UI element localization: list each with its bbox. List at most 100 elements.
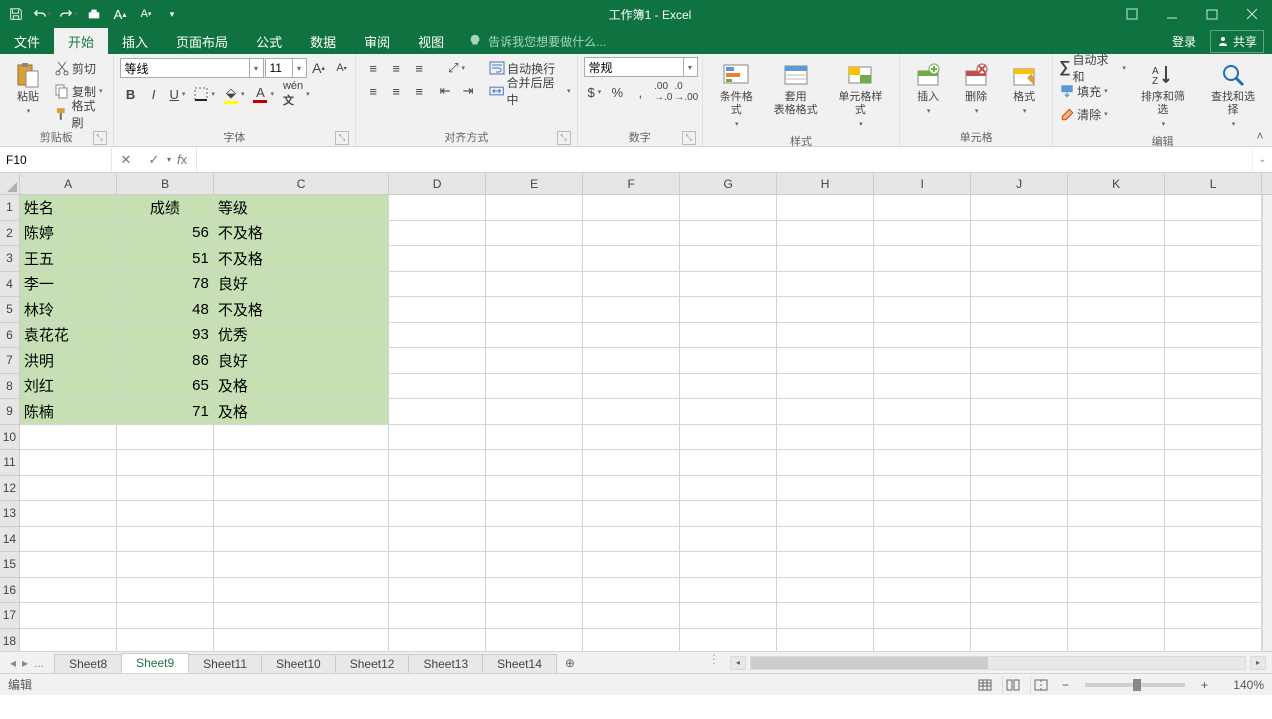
cut-button[interactable]: 剪切 — [54, 57, 107, 79]
accounting-format-button[interactable]: $▾ — [584, 81, 606, 103]
cell-G6[interactable] — [680, 323, 777, 349]
cell-F11[interactable] — [583, 450, 680, 476]
cell-E15[interactable] — [486, 552, 583, 578]
insert-function-button[interactable]: fx — [168, 147, 196, 172]
cell-A10[interactable] — [20, 425, 117, 451]
cell-J6[interactable] — [971, 323, 1068, 349]
delete-cells-button[interactable]: 删除▾ — [954, 57, 998, 119]
increase-decimal-button[interactable]: .00→.0 — [652, 81, 674, 103]
cell-E16[interactable] — [486, 578, 583, 604]
cell-B15[interactable] — [117, 552, 214, 578]
cell-K18[interactable] — [1068, 629, 1165, 652]
page-layout-view-button[interactable] — [1002, 676, 1024, 694]
sheet-tab-Sheet8[interactable]: Sheet8 — [54, 654, 122, 673]
cell-B10[interactable] — [117, 425, 214, 451]
cell-F15[interactable] — [583, 552, 680, 578]
tab-insert[interactable]: 插入 — [108, 28, 162, 54]
cell-C16[interactable] — [214, 578, 389, 604]
cell-D5[interactable] — [389, 297, 486, 323]
cell-B2[interactable]: 56 — [117, 221, 214, 247]
cell-J3[interactable] — [971, 246, 1068, 272]
cell-L9[interactable] — [1165, 399, 1262, 425]
clipboard-launcher[interactable]: ⤡ — [93, 131, 107, 145]
cell-F16[interactable] — [583, 578, 680, 604]
cell-J8[interactable] — [971, 374, 1068, 400]
format-table-button[interactable]: 套用 表格格式 — [768, 57, 824, 119]
row-header-5[interactable]: 5 — [0, 297, 19, 323]
comma-button[interactable]: , — [629, 81, 651, 103]
cell-I8[interactable] — [874, 374, 971, 400]
cell-K17[interactable] — [1068, 603, 1165, 629]
cell-D14[interactable] — [389, 527, 486, 553]
cell-A9[interactable]: 陈楠 — [20, 399, 117, 425]
cell-C6[interactable]: 优秀 — [214, 323, 389, 349]
cell-E7[interactable] — [486, 348, 583, 374]
cell-A7[interactable]: 洪明 — [20, 348, 117, 374]
cell-F3[interactable] — [583, 246, 680, 272]
cell-F17[interactable] — [583, 603, 680, 629]
tab-view[interactable]: 视图 — [404, 28, 458, 54]
cell-A2[interactable]: 陈婷 — [20, 221, 117, 247]
zoom-level[interactable]: 140% — [1218, 678, 1264, 692]
expand-formula-bar[interactable]: ⌄ — [1252, 147, 1272, 172]
cell-K1[interactable] — [1068, 195, 1165, 221]
cell-H8[interactable] — [777, 374, 874, 400]
shrink-font-button[interactable]: A▾ — [331, 57, 353, 79]
cell-J9[interactable] — [971, 399, 1068, 425]
cell-I15[interactable] — [874, 552, 971, 578]
cell-C1[interactable]: 等级 — [214, 195, 389, 221]
cell-A8[interactable]: 刘红 — [20, 374, 117, 400]
align-center-button[interactable]: ≡ — [385, 80, 407, 102]
column-header-A[interactable]: A — [20, 173, 117, 194]
cell-H11[interactable] — [777, 450, 874, 476]
tab-home[interactable]: 开始 — [54, 28, 108, 54]
cell-E12[interactable] — [486, 476, 583, 502]
autosum-button[interactable]: ∑自动求和▾ — [1059, 57, 1126, 79]
column-header-F[interactable]: F — [583, 173, 680, 194]
cell-F1[interactable] — [583, 195, 680, 221]
cell-C11[interactable] — [214, 450, 389, 476]
cell-J11[interactable] — [971, 450, 1068, 476]
sheet-tab-Sheet9[interactable]: Sheet9 — [121, 653, 189, 673]
cell-D11[interactable] — [389, 450, 486, 476]
cell-K16[interactable] — [1068, 578, 1165, 604]
cell-J12[interactable] — [971, 476, 1068, 502]
align-top-button[interactable]: ≡ — [362, 57, 384, 79]
tell-me-search[interactable]: 告诉我您想要做什么... — [458, 28, 616, 54]
cell-L12[interactable] — [1165, 476, 1262, 502]
cell-F6[interactable] — [583, 323, 680, 349]
row-header-10[interactable]: 10 — [0, 425, 19, 451]
cell-L6[interactable] — [1165, 323, 1262, 349]
cell-I5[interactable] — [874, 297, 971, 323]
horizontal-scrollbar[interactable] — [750, 656, 1246, 670]
cell-I17[interactable] — [874, 603, 971, 629]
cell-C2[interactable]: 不及格 — [214, 221, 389, 247]
cell-J7[interactable] — [971, 348, 1068, 374]
cell-K5[interactable] — [1068, 297, 1165, 323]
cell-B1[interactable]: 成绩 — [117, 195, 214, 221]
cell-J16[interactable] — [971, 578, 1068, 604]
align-right-button[interactable]: ≡ — [408, 80, 430, 102]
cell-E13[interactable] — [486, 501, 583, 527]
column-header-H[interactable]: H — [777, 173, 874, 194]
cell-A15[interactable] — [20, 552, 117, 578]
cell-B18[interactable] — [117, 629, 214, 652]
cell-L2[interactable] — [1165, 221, 1262, 247]
row-header-7[interactable]: 7 — [0, 348, 19, 374]
zoom-slider[interactable] — [1085, 683, 1185, 687]
cell-A13[interactable] — [20, 501, 117, 527]
italic-button[interactable]: I — [143, 83, 165, 105]
cancel-formula-button[interactable]: ✕ — [112, 147, 140, 172]
row-header-8[interactable]: 8 — [0, 374, 19, 400]
tab-review[interactable]: 审阅 — [350, 28, 404, 54]
hscroll-right[interactable]: ▸ — [1250, 656, 1266, 670]
sheet-tab-Sheet10[interactable]: Sheet10 — [261, 654, 336, 673]
save-button[interactable] — [4, 3, 28, 25]
cell-I16[interactable] — [874, 578, 971, 604]
cell-I9[interactable] — [874, 399, 971, 425]
row-header-13[interactable]: 13 — [0, 501, 19, 527]
clear-button[interactable]: 清除▾ — [1059, 103, 1126, 125]
column-header-L[interactable]: L — [1165, 173, 1262, 194]
cell-J5[interactable] — [971, 297, 1068, 323]
cell-D8[interactable] — [389, 374, 486, 400]
